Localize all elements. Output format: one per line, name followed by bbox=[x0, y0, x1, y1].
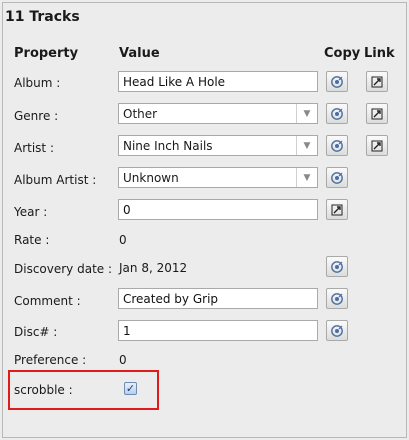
copy-icon bbox=[331, 324, 343, 337]
rate-label: Rate : bbox=[14, 233, 50, 247]
copy-icon bbox=[331, 292, 343, 305]
copy-icon bbox=[331, 107, 343, 120]
copy-icon bbox=[331, 171, 343, 184]
artist-value: Nine Inch Nails bbox=[123, 138, 213, 153]
preference-label: Preference : bbox=[14, 353, 87, 367]
comment-copy-button[interactable] bbox=[326, 288, 348, 309]
link-icon bbox=[371, 76, 383, 87]
header-property: Property bbox=[14, 46, 79, 61]
header-value: Value bbox=[119, 46, 160, 61]
discovery-date-label: Discovery date : bbox=[14, 262, 113, 276]
chevron-down-icon[interactable]: ▼ bbox=[296, 136, 317, 155]
scrobble-checkbox[interactable]: ✓ bbox=[124, 382, 137, 395]
discovery-date-value: Jan 8, 2012 bbox=[119, 261, 188, 275]
album-artist-value: Unknown bbox=[123, 170, 179, 185]
album-input[interactable] bbox=[118, 71, 318, 92]
artist-select[interactable]: Nine Inch Nails ▼ bbox=[118, 135, 318, 156]
disc-input[interactable] bbox=[118, 320, 318, 341]
panel-title: 11 Tracks bbox=[5, 9, 80, 25]
header-copy: Copy bbox=[324, 46, 361, 61]
album-artist-select[interactable]: Unknown ▼ bbox=[118, 167, 318, 188]
link-icon bbox=[371, 108, 383, 119]
header-link: Link bbox=[364, 46, 395, 61]
artist-link-button[interactable] bbox=[366, 135, 388, 156]
album-link-button[interactable] bbox=[366, 71, 388, 92]
album-label: Album : bbox=[14, 76, 61, 90]
rate-value: 0 bbox=[119, 233, 127, 247]
artist-copy-button[interactable] bbox=[326, 135, 348, 156]
preference-value: 0 bbox=[119, 353, 127, 367]
scrobble-label: scrobble : bbox=[14, 383, 73, 397]
checkmark-icon: ✓ bbox=[125, 382, 136, 395]
chevron-down-icon[interactable]: ▼ bbox=[296, 104, 317, 123]
album-copy-button[interactable] bbox=[326, 71, 348, 92]
chevron-down-icon[interactable]: ▼ bbox=[296, 168, 317, 187]
genre-value: Other bbox=[123, 106, 158, 121]
discovery-date-copy-button[interactable] bbox=[326, 256, 348, 277]
album-artist-label: Album Artist : bbox=[14, 173, 97, 187]
genre-select[interactable]: Other ▼ bbox=[118, 103, 318, 124]
link-icon bbox=[331, 204, 343, 215]
genre-copy-button[interactable] bbox=[326, 103, 348, 124]
album-artist-copy-button[interactable] bbox=[326, 167, 348, 188]
year-label: Year : bbox=[14, 205, 48, 219]
comment-input[interactable] bbox=[118, 288, 318, 309]
disc-copy-button[interactable] bbox=[326, 320, 348, 341]
copy-icon bbox=[331, 139, 343, 152]
copy-icon bbox=[331, 260, 343, 273]
year-link-button[interactable] bbox=[326, 199, 348, 220]
year-input[interactable] bbox=[118, 199, 318, 220]
link-icon bbox=[371, 140, 383, 151]
genre-link-button[interactable] bbox=[366, 103, 388, 124]
artist-label: Artist : bbox=[14, 141, 54, 155]
disc-label: Disc# : bbox=[14, 325, 58, 339]
genre-label: Genre : bbox=[14, 109, 59, 123]
copy-icon bbox=[331, 75, 343, 88]
comment-label: Comment : bbox=[14, 294, 81, 308]
